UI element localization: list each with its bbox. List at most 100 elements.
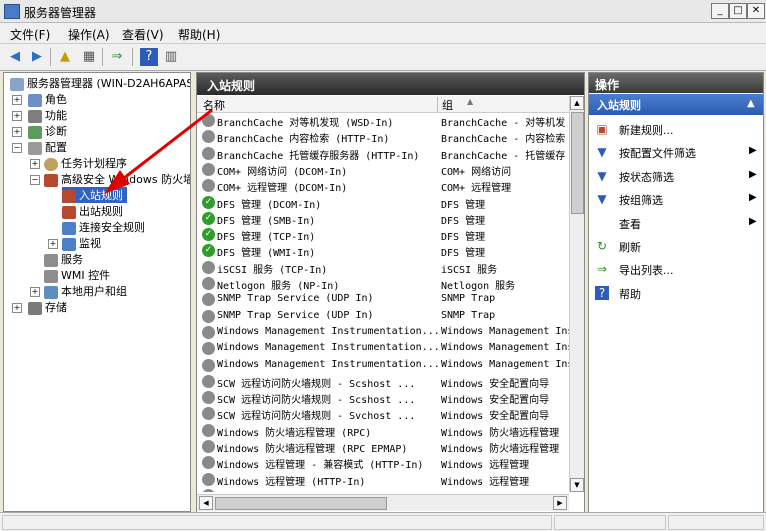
show-hide-action-pane-icon[interactable]: ▥ xyxy=(162,48,180,66)
table-row[interactable]: BranchCache 托管缓存服务器 (HTTP-In) BranchCache… xyxy=(197,146,569,162)
tree-item-wmi[interactable]: WMI 控件 xyxy=(44,267,110,283)
filter-icon: ▼ xyxy=(597,168,607,183)
table-row[interactable]: Windows 防火墙远程管理 (RPC) Windows 防火墙远程管理 xyxy=(197,423,569,439)
table-row[interactable]: SNMP Trap Service (UDP In) SNMP Trap xyxy=(197,292,569,308)
tree-item-diagnostics[interactable]: 诊断 xyxy=(28,123,67,139)
scroll-up-icon[interactable]: ▲ xyxy=(570,96,584,110)
expand-icon[interactable]: + xyxy=(48,239,58,249)
collapse-icon[interactable]: − xyxy=(12,143,22,153)
action-item[interactable]: ▣ 新建规则... xyxy=(589,119,763,139)
table-row[interactable]: SCW 远程访问防火墙规则 - Svchost ... Windows 安全配置向… xyxy=(197,406,569,422)
tree-item-monitoring[interactable]: 监视 xyxy=(62,235,101,251)
table-row[interactable]: BranchCache 内容检索 (HTTP-In) BranchCache - … xyxy=(197,129,569,145)
tree-item-inbound-rules[interactable]: 入站规则 xyxy=(62,187,127,203)
action-label: 刷新 xyxy=(619,241,641,254)
scroll-thumb[interactable] xyxy=(571,112,584,214)
table-row[interactable]: ✓ DFS 管理 (SMB-In) DFS 管理 xyxy=(197,211,569,227)
action-item[interactable]: 查看 ▶ xyxy=(589,213,763,233)
export-icon: ⇒ xyxy=(596,262,608,277)
menu-file[interactable]: 文件(F) xyxy=(10,26,50,43)
toolbar: ◀ ▶ ▲ ▦ ⇒ ? ▥ xyxy=(0,44,766,71)
tree-item-task-scheduler[interactable]: 任务计划程序 xyxy=(44,155,127,171)
table-row[interactable]: SCW 远程访问防火墙规则 - Scshost ... Windows 安全配置向… xyxy=(197,390,569,406)
actions-section[interactable]: 入站规则 ▲ xyxy=(589,94,763,115)
action-item[interactable]: ▼ 按配置文件筛选 ▶ xyxy=(589,142,763,162)
expand-icon[interactable]: + xyxy=(12,303,22,313)
expand-icon[interactable]: + xyxy=(30,159,40,169)
table-row[interactable]: ✓ DFS 管理 (DCOM-In) DFS 管理 xyxy=(197,195,569,211)
minimize-button[interactable]: _ xyxy=(711,3,729,19)
title-bar: 服务器管理器 _ □ ✕ xyxy=(0,0,766,23)
tree-item-services[interactable]: 服务 xyxy=(44,251,83,267)
tree-item-storage[interactable]: 存储 xyxy=(28,299,67,315)
action-item[interactable]: ? 帮助 xyxy=(589,283,763,303)
table-row[interactable]: ✓ DFS 管理 (WMI-In) DFS 管理 xyxy=(197,243,569,259)
table-row[interactable]: Windows Management Instrumentation... Win… xyxy=(197,325,569,341)
table-row[interactable]: BranchCache 对等机发现 (WSD-In) BranchCache - … xyxy=(197,113,569,129)
table-row[interactable]: iSCSI 服务 (TCP-In) iSCSI 服务 xyxy=(197,260,569,276)
table-row[interactable]: Windows Management Instrumentation... Win… xyxy=(197,358,569,374)
scroll-left-icon[interactable]: ◀ xyxy=(199,496,213,510)
table-row[interactable]: COM+ 网络访问 (DCOM-In) COM+ 网络访问 xyxy=(197,162,569,178)
horizontal-scrollbar[interactable]: ◀ ▶ xyxy=(197,494,569,511)
table-row[interactable]: Windows 防火墙远程管理 (RPC EPMAP) Windows 防火墙远程… xyxy=(197,439,569,455)
expand-icon[interactable]: + xyxy=(12,95,22,105)
forward-icon[interactable]: ▶ xyxy=(28,48,46,66)
column-name[interactable]: 名称 xyxy=(203,97,225,113)
scroll-down-icon[interactable]: ▼ xyxy=(570,478,584,492)
show-hide-tree-icon[interactable]: ▦ xyxy=(80,48,98,66)
up-folder-icon[interactable]: ▲ xyxy=(56,48,74,66)
table-row[interactable]: ✓ DFS 管理 (TCP-In) DFS 管理 xyxy=(197,227,569,243)
filter-icon: ▼ xyxy=(597,145,607,160)
table-row[interactable]: Windows 远程管理 (HTTP-In) Windows 远程管理 xyxy=(197,472,569,488)
collapse-icon[interactable]: − xyxy=(30,175,40,185)
expand-icon[interactable]: + xyxy=(30,287,40,297)
action-item[interactable]: ⇒ 导出列表... xyxy=(589,259,763,279)
maximize-button[interactable]: □ xyxy=(729,3,747,19)
table-row[interactable]: 安全套接字隧道协议 (SSTP-In)安全套接字隧道协议 xyxy=(197,488,569,492)
menu-view[interactable]: 查看(V) xyxy=(122,26,164,43)
expand-icon[interactable]: + xyxy=(12,127,22,137)
rule-group: 安全套接字隧道协议 xyxy=(441,489,569,492)
tree-item-outbound-rules[interactable]: 出站规则 xyxy=(62,203,123,219)
rule-name: SNMP Trap Service (UDP In) xyxy=(217,309,374,321)
close-button[interactable]: ✕ xyxy=(747,3,765,19)
column-header: 名称 组 ▲ xyxy=(197,96,569,113)
action-label: 帮助 xyxy=(619,287,641,301)
help-icon[interactable]: ? xyxy=(140,48,158,66)
tree-root[interactable]: 服务器管理器 (WIN-D2AH6APASV xyxy=(10,75,190,91)
vertical-scrollbar[interactable]: ▲ ▼ xyxy=(569,96,584,492)
collapse-arrow-icon[interactable]: ▲ xyxy=(747,98,755,109)
toolbar-separator xyxy=(50,48,51,66)
scroll-right-icon[interactable]: ▶ xyxy=(553,496,567,510)
refresh-icon: ↻ xyxy=(596,239,608,253)
menu-action[interactable]: 操作(A) xyxy=(68,26,110,43)
sort-up-icon: ▲ xyxy=(467,97,474,106)
rule-group: Windows 安全配置向导 xyxy=(441,411,550,423)
export-list-icon[interactable]: ⇒ xyxy=(108,48,126,66)
column-group[interactable]: 组 xyxy=(437,97,453,113)
expand-icon[interactable]: + xyxy=(12,111,22,121)
tree-item-connection-security[interactable]: 连接安全规则 xyxy=(62,219,145,235)
table-row[interactable]: COM+ 远程管理 (DCOM-In) COM+ 远程管理 xyxy=(197,178,569,194)
tree-item-roles[interactable]: 角色 xyxy=(28,91,67,107)
rule-disabled-icon xyxy=(202,374,215,388)
tree-item-config[interactable]: 配置 xyxy=(28,139,67,155)
table-row[interactable]: SNMP Trap Service (UDP In) SNMP Trap xyxy=(197,309,569,325)
action-item[interactable]: ▼ 按状态筛选 ▶ xyxy=(589,166,763,186)
action-item[interactable]: ▼ 按组筛选 ▶ xyxy=(589,189,763,209)
rule-name: BranchCache 托管缓存服务器 (HTTP-In) xyxy=(217,150,420,162)
rule-name: Windows Management Instrumentation... xyxy=(217,342,439,354)
table-row[interactable]: Windows Management Instrumentation... Win… xyxy=(197,341,569,357)
table-row[interactable]: Netlogon 服务 (NP-In) Netlogon 服务 xyxy=(197,276,569,292)
menu-help[interactable]: 帮助(H) xyxy=(178,26,220,43)
table-row[interactable]: Windows 远程管理 - 兼容模式 (HTTP-In) Windows 远程管… xyxy=(197,455,569,471)
tree-item-local-users[interactable]: 本地用户和组 xyxy=(44,283,127,299)
tree-item-firewall[interactable]: 高级安全 Windows 防火墙 xyxy=(44,171,190,187)
action-item[interactable]: ↻ 刷新 xyxy=(589,236,763,256)
back-icon[interactable]: ◀ xyxy=(6,48,24,66)
scroll-thumb[interactable] xyxy=(215,497,387,510)
table-row[interactable]: SCW 远程访问防火墙规则 - Scshost ... Windows 安全配置向… xyxy=(197,374,569,390)
tree-item-features[interactable]: 功能 xyxy=(28,107,67,123)
rule-disabled-icon xyxy=(202,293,215,307)
